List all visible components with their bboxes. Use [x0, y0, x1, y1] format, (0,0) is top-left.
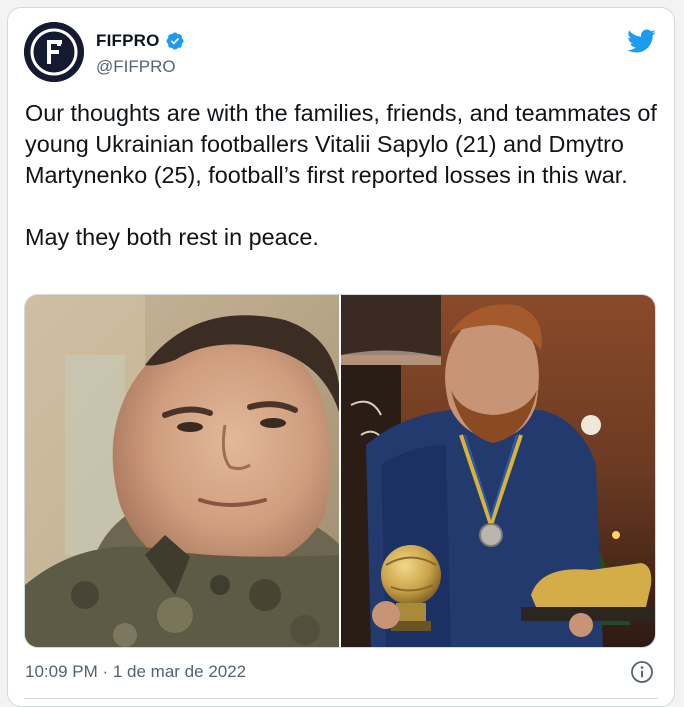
- divider: [24, 698, 658, 699]
- fifpro-logo: [24, 22, 84, 82]
- account-handle[interactable]: @FIFPRO: [96, 57, 176, 77]
- display-name[interactable]: FIFPRO: [96, 31, 160, 51]
- photo-vitalii-sapylo: [25, 295, 339, 647]
- avatar[interactable]: [24, 22, 84, 82]
- photo-dmytro-martynenko: [341, 295, 655, 647]
- tweet-photo-1[interactable]: [25, 295, 339, 647]
- tweet-card[interactable]: FIFPRO @FIFPRO Our thoughts are with the…: [7, 7, 675, 707]
- tweet-text: Our thoughts are with the families, frie…: [25, 98, 665, 253]
- tweet-text-paragraph: Our thoughts are with the families, frie…: [25, 100, 657, 188]
- tweet-timestamp[interactable]: 10:09 PM · 1 de mar de 2022: [25, 662, 246, 682]
- verified-badge-icon: [165, 31, 185, 51]
- twitter-bird-icon[interactable]: [626, 28, 656, 54]
- account-name-row[interactable]: FIFPRO: [96, 31, 185, 51]
- tweet-media[interactable]: [24, 294, 656, 648]
- tweet-text-paragraph: May they both rest in peace.: [25, 224, 319, 250]
- info-icon[interactable]: [630, 660, 654, 684]
- tweet-photo-2[interactable]: [341, 295, 655, 647]
